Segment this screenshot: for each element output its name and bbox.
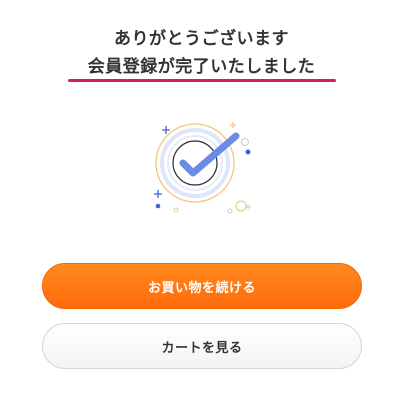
view-cart-label: カートを見る [161, 340, 243, 356]
continue-shopping-button[interactable]: お買い物を続ける [42, 263, 362, 309]
page-title-registration-complete: 会員登録が完了いたしました [87, 57, 316, 77]
success-illustration [150, 118, 260, 223]
title-underline [68, 79, 336, 82]
page-title-thanks: ありがとうございます [114, 29, 289, 49]
view-cart-button[interactable]: カートを見る [42, 323, 362, 369]
checkmark-success-icon [154, 122, 251, 214]
continue-shopping-label: お買い物を続ける [147, 280, 256, 296]
